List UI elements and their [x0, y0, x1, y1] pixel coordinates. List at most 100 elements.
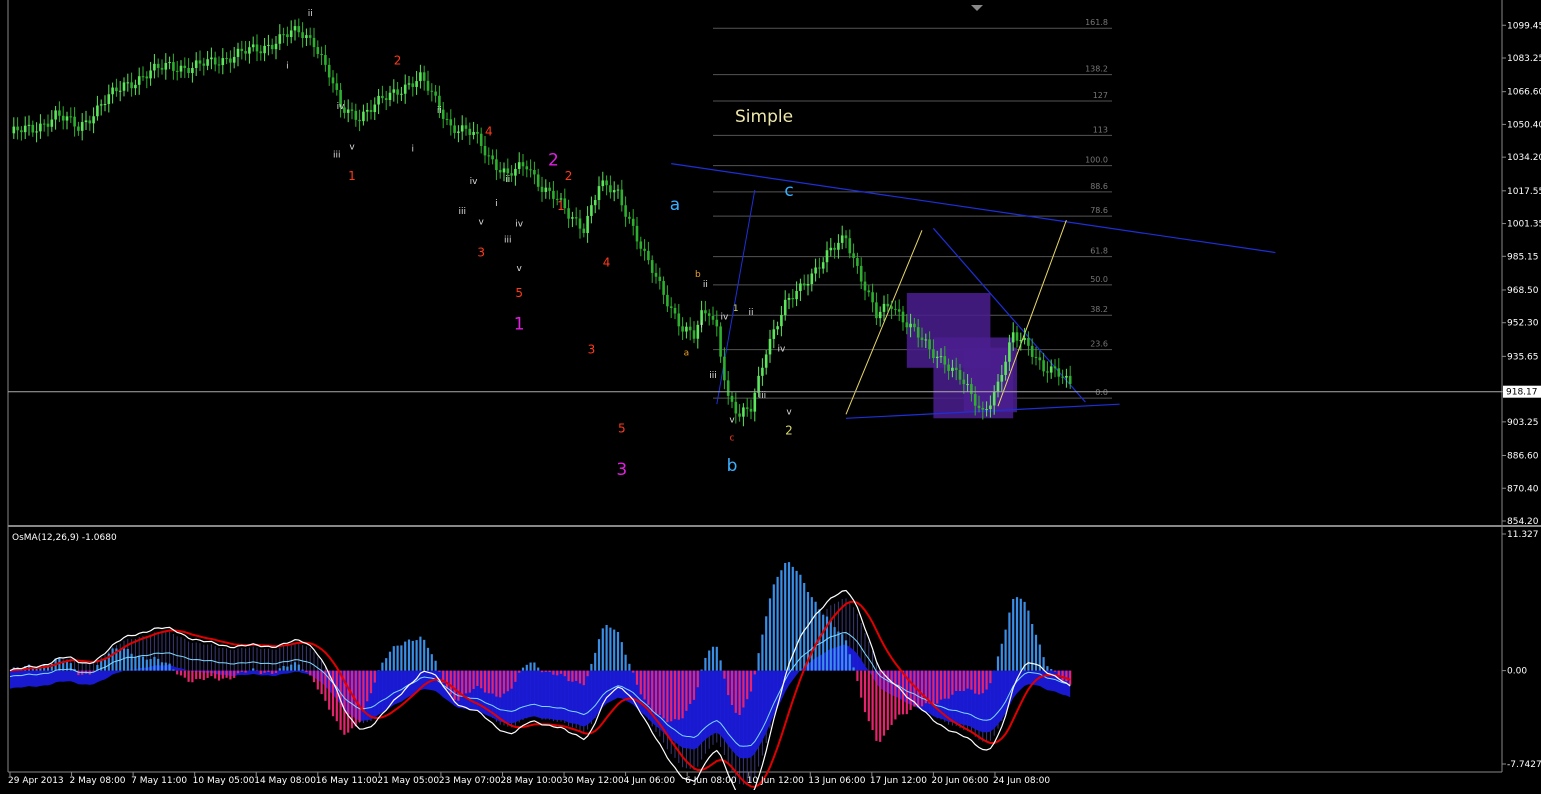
- candle-body: [772, 329, 776, 339]
- candle-body: [981, 407, 985, 410]
- candle-body: [1008, 342, 1011, 362]
- candle-body: [50, 119, 54, 127]
- candle-body: [590, 205, 593, 216]
- candle-body: [149, 70, 152, 79]
- candle-body: [1011, 332, 1015, 343]
- candle-body: [88, 120, 92, 124]
- candle-body: [856, 258, 859, 266]
- wave-label: c: [730, 434, 735, 444]
- candle-body: [837, 242, 840, 250]
- candle-body: [582, 228, 586, 234]
- candle-body: [753, 392, 757, 412]
- candle-body: [411, 83, 415, 87]
- candle-body: [362, 111, 365, 122]
- wave-label: v: [729, 415, 735, 425]
- time-tick-label: 16 May 11:00: [316, 776, 378, 786]
- candle-body: [768, 338, 772, 355]
- candle-body: [878, 311, 882, 319]
- price-tick-label: 870.40: [1507, 484, 1539, 494]
- fib-level-label: 100.0: [1085, 156, 1108, 165]
- candle-body: [966, 384, 969, 386]
- candle-body: [688, 326, 692, 331]
- fib-level-label: 113: [1093, 125, 1108, 134]
- wave-label: iv: [777, 345, 786, 355]
- time-tick-label: 14 May 08:00: [254, 776, 316, 786]
- candle-body: [286, 34, 289, 38]
- price-tick-label: 1099.45: [1507, 21, 1541, 31]
- price-tick-label: 903.25: [1507, 418, 1539, 428]
- candle-body: [229, 58, 232, 63]
- wave-label: iv: [720, 312, 729, 322]
- candle-body: [84, 120, 88, 123]
- candle-body: [1061, 376, 1064, 378]
- candle-body: [103, 104, 107, 106]
- wave-label: v: [517, 264, 523, 274]
- candle-body: [723, 356, 726, 381]
- osma-title: OsMA(12,26,9) -1.0680: [12, 533, 117, 543]
- fib-level-label: 61.8: [1090, 247, 1108, 256]
- candle-body: [31, 124, 35, 133]
- candle-body: [27, 124, 31, 126]
- candle-body: [388, 92, 392, 100]
- candle-body: [616, 189, 620, 191]
- candle-body: [445, 118, 449, 120]
- wave-label: 1: [348, 169, 356, 183]
- candle-body: [202, 63, 206, 66]
- candle-body: [42, 123, 46, 125]
- candle-body: [282, 34, 285, 36]
- candle-body: [460, 125, 464, 132]
- wave-label: 5: [515, 286, 523, 300]
- price-tick-label: 886.60: [1507, 452, 1539, 462]
- wave-label: 1: [557, 199, 565, 213]
- candle-body: [806, 284, 810, 286]
- wave-label: iii: [709, 371, 717, 381]
- wave-label: 1: [733, 304, 739, 314]
- candle-body: [909, 323, 912, 328]
- candle-body: [145, 76, 149, 79]
- fib-level-label: 88.6: [1090, 182, 1108, 191]
- candle-body: [320, 53, 323, 56]
- time-tick-label: 4 Jun 06:00: [624, 776, 676, 786]
- candle-body: [316, 47, 320, 54]
- candle-body: [650, 260, 654, 273]
- candle-body: [913, 323, 916, 328]
- candle-body: [510, 173, 513, 176]
- candle-body: [533, 169, 536, 175]
- chart-canvas[interactable]: 161.8138.2127113100.088.678.661.850.038.…: [0, 0, 1541, 794]
- wave-label: iii: [759, 391, 767, 401]
- candle-body: [612, 190, 616, 193]
- candle-body: [305, 35, 308, 39]
- candle-body: [248, 47, 251, 54]
- candle-body: [905, 322, 909, 328]
- candle-body: [346, 109, 350, 113]
- time-tick-label: 21 May 05:00: [377, 776, 439, 786]
- price-tick-label: 1050.40: [1507, 120, 1541, 130]
- candle-body: [213, 57, 217, 65]
- candle-body: [996, 381, 1000, 392]
- candle-body: [635, 225, 639, 242]
- candle-body: [472, 131, 475, 135]
- candle-body: [666, 294, 669, 307]
- osma-tick-label: -7.7427: [1507, 760, 1541, 770]
- candle-body: [734, 401, 738, 414]
- candle-body: [160, 67, 164, 70]
- candle-body: [130, 82, 133, 89]
- candle-body: [924, 339, 928, 341]
- candle-body: [1065, 375, 1068, 378]
- candle-body: [916, 327, 920, 338]
- candle-body: [73, 116, 76, 127]
- candle-body: [1057, 368, 1061, 377]
- candle-body: [1053, 366, 1057, 369]
- candle-body: [430, 90, 434, 92]
- trading-chart-window[interactable]: 161.8 138.2 127 113 100.0 88.6 78.6 61.8 50.0 38.…: [0, 0, 1541, 794]
- candle-body: [989, 405, 992, 410]
- candle-body: [350, 109, 354, 111]
- candle-body: [134, 84, 137, 89]
- candle-body: [890, 306, 893, 309]
- candle-body: [605, 180, 608, 186]
- candle-body: [476, 131, 479, 134]
- annotation-simple[interactable]: Simple: [735, 107, 793, 127]
- candle-body: [115, 87, 118, 92]
- candle-body: [206, 59, 209, 66]
- candle-body: [308, 35, 312, 38]
